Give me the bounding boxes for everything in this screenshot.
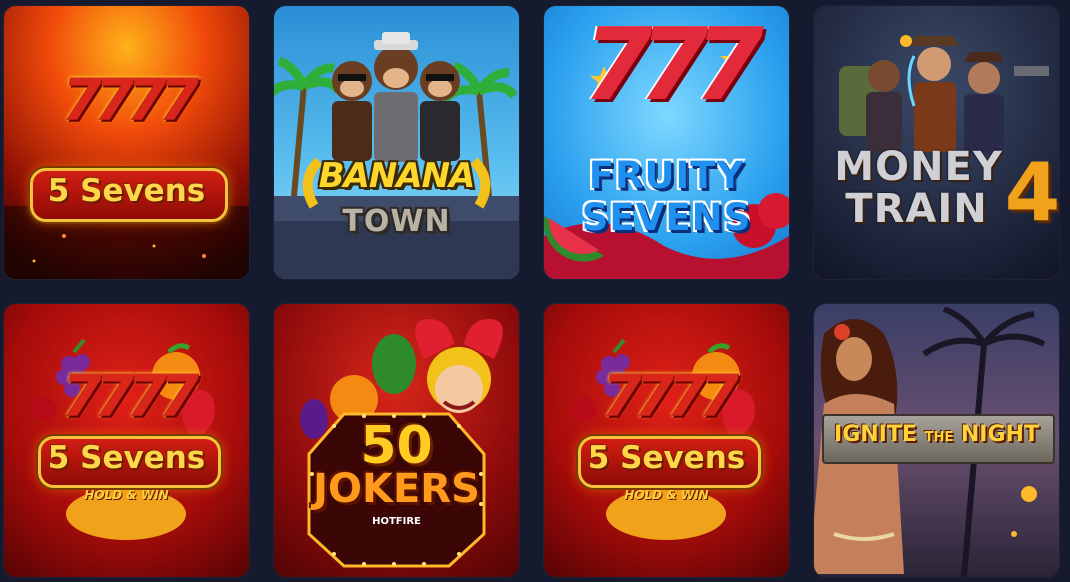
game-title-line2: SEVENS	[581, 196, 752, 239]
game-tile-5-sevens-hold-win-2[interactable]: 7777 5 Sevens HOLD & WIN	[544, 304, 789, 577]
game-title: 5 Sevens	[47, 440, 206, 476]
sevens-logo: 7777	[61, 362, 199, 430]
game-tile-fruity-sevens[interactable]: 777 FRUITY SEVENS	[544, 6, 789, 279]
game-title-part3: NIGHT	[960, 422, 1039, 447]
game-subtitle: HOTFIRE	[372, 516, 421, 527]
game-subtitle: HOLD & WIN	[624, 488, 709, 502]
game-title: 5 Sevens	[587, 440, 746, 476]
game-title: JOKERS	[313, 466, 480, 512]
game-title-part2: THE	[924, 430, 954, 445]
game-title-number: 4	[1004, 146, 1059, 239]
game-tile-5-sevens[interactable]: 7777 5 Sevens	[4, 6, 249, 279]
game-tile-money-train-4[interactable]: MONEY TRAIN 4	[814, 6, 1059, 279]
sevens-logo: 777	[583, 6, 764, 123]
game-subtitle: HOLD & WIN	[84, 488, 169, 502]
game-grid: 7777 5 Sevens BANANA TOWN 777 FRUITY SEV…	[0, 0, 1070, 582]
game-title-line2: TOWN	[342, 204, 451, 239]
game-tile-ignite-the-night[interactable]: IGNITE THE NIGHT	[814, 304, 1059, 577]
sevens-logo: 7777	[601, 362, 739, 430]
sevens-logo: 7777	[61, 66, 199, 134]
game-tile-banana-town[interactable]: BANANA TOWN	[274, 6, 519, 279]
game-title: 5 Sevens	[47, 173, 206, 209]
game-thumbnail	[4, 6, 249, 279]
game-tile-50-jokers[interactable]: 50 JOKERS HOTFIRE	[274, 304, 519, 577]
game-title-line1: BANANA	[318, 156, 476, 196]
game-title: IGNITE THE NIGHT	[814, 422, 1059, 447]
game-title-line1: FRUITY	[588, 154, 745, 197]
game-title-part1: IGNITE	[834, 422, 917, 447]
game-tile-5-sevens-hold-win[interactable]: 7777 5 Sevens HOLD & WIN	[4, 304, 249, 577]
